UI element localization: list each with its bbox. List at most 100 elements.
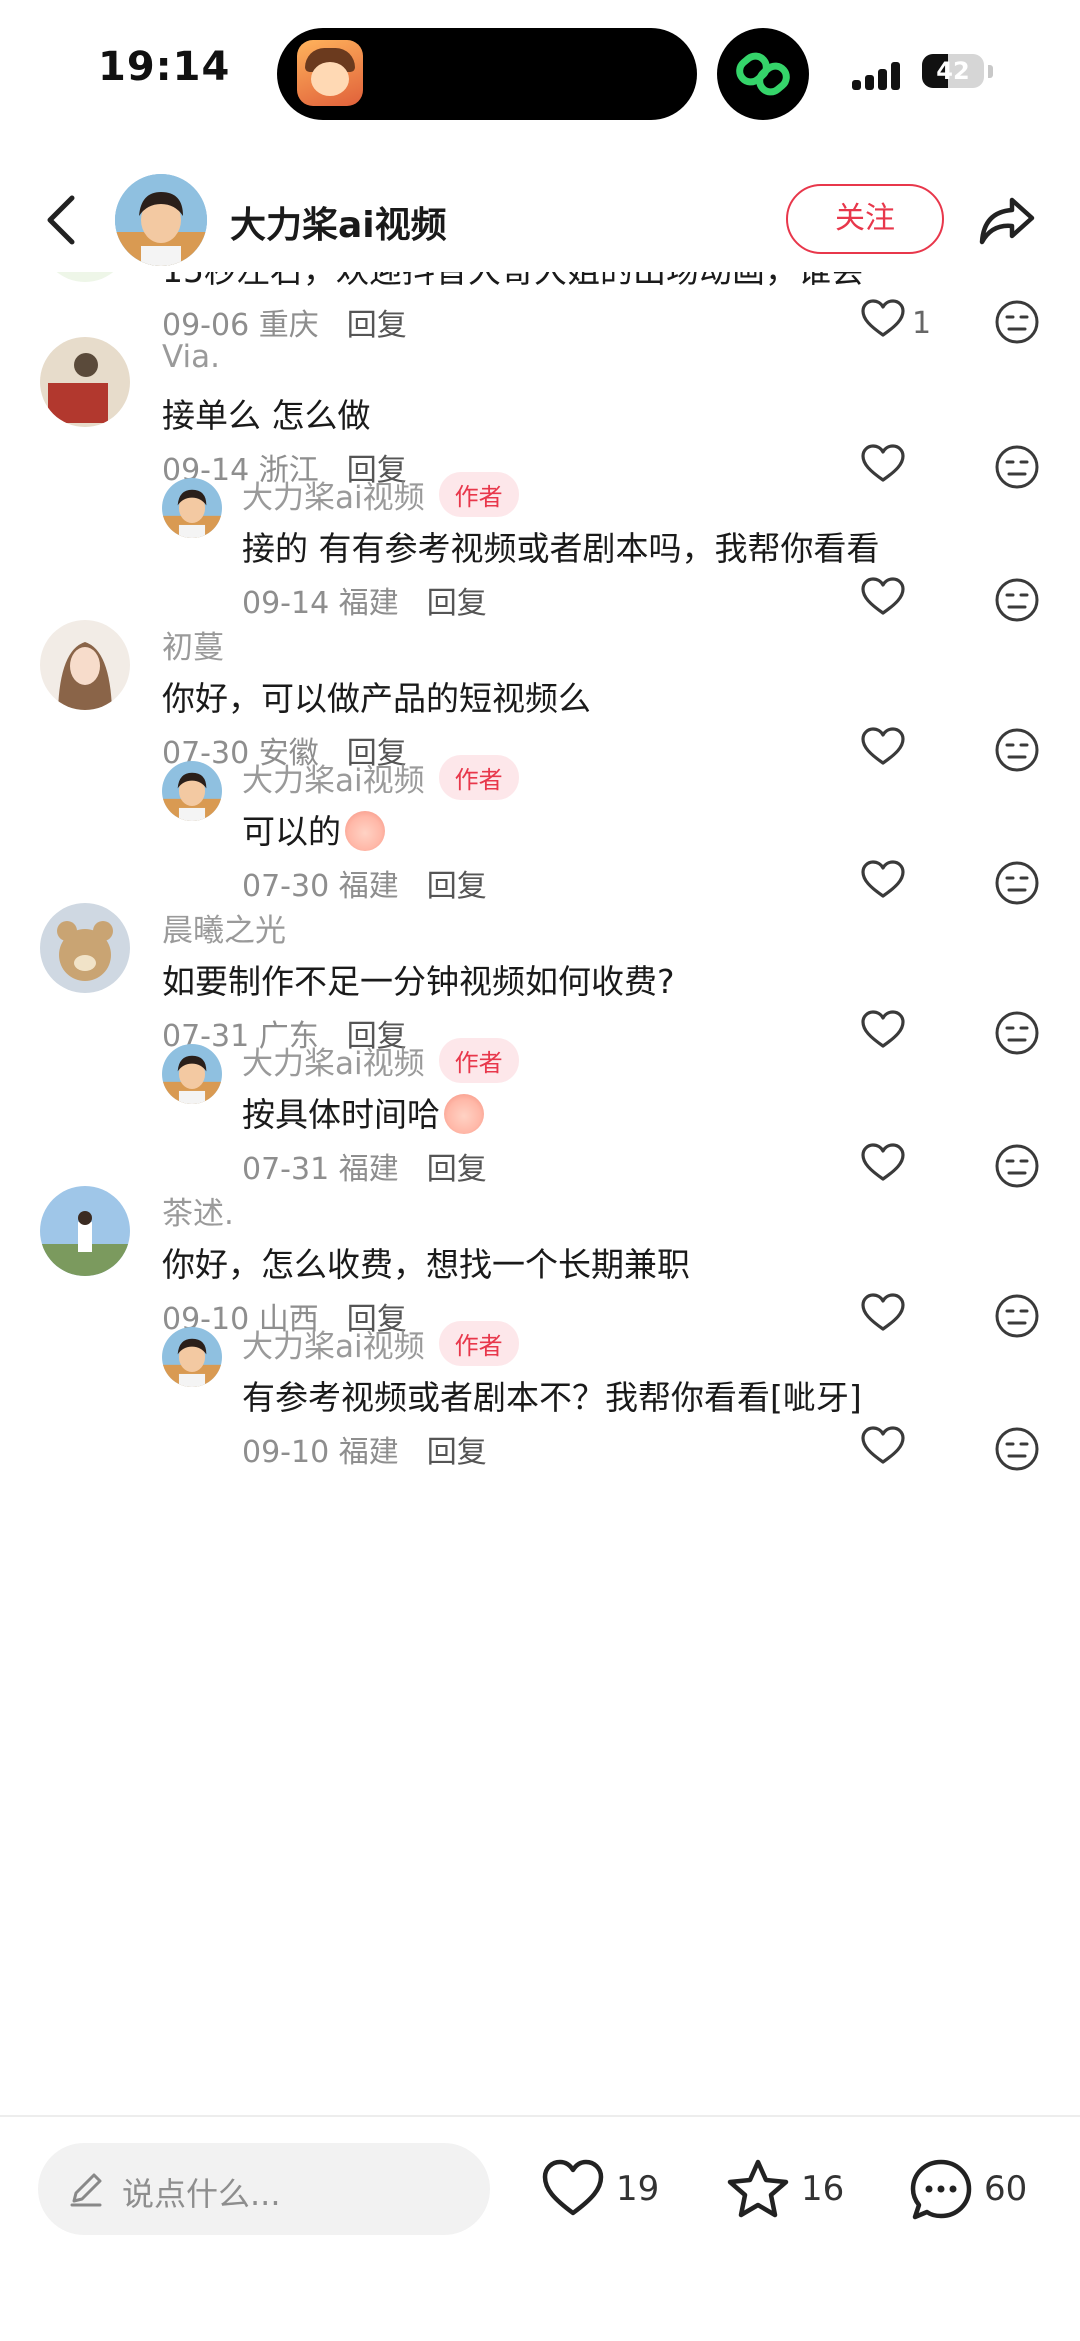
commenter-name[interactable]: 茶述. (162, 1188, 234, 1233)
comment-text-body: 接单么 怎么做 (162, 396, 371, 435)
comment-meta: 09-10 福建 回复 (242, 1427, 487, 1471)
comment-dislike-button[interactable] (993, 1425, 1041, 1473)
author-badge: 作者 (438, 755, 519, 800)
commenter-name-text: 晨曦之光 (162, 913, 286, 949)
comment-text-body: 你好，可以做产品的短视频么 (162, 679, 591, 718)
comment-text: 接的 有有参考视频或者剧本吗，我帮你看看 (242, 522, 880, 570)
comment-count: 60 (984, 2169, 1028, 2209)
commenter-name[interactable]: 晨曦之光 (162, 905, 286, 950)
comment-location: 福建 (338, 869, 399, 904)
commenter-name-text: 初蔓 (162, 630, 224, 666)
comment-meta: 07-30 福建 回复 (242, 861, 487, 905)
link-activity-icon[interactable] (717, 28, 809, 120)
commenter-name[interactable]: 初蔓 (162, 622, 224, 667)
commenter-name[interactable]: 大力桨ai视频 作者 (242, 472, 519, 517)
comment-item[interactable]: Via. 接单么 怎么做 09-14 浙江 回复 (0, 337, 1080, 489)
battery-level: 42 (936, 57, 970, 85)
like-button[interactable]: 19 (540, 2157, 660, 2221)
commenter-name[interactable]: 大力桨ai视频 作者 (242, 1321, 519, 1366)
commenter-name[interactable]: Via. (162, 339, 220, 375)
author-badge: 作者 (438, 1321, 519, 1366)
comment-text-body: 如要制作不足一分钟视频如何收费? (162, 962, 675, 1001)
comment-dislike-button[interactable] (993, 576, 1041, 624)
comment-date: 07-31 (242, 1152, 330, 1187)
comment-location: 福建 (338, 1435, 399, 1470)
comment-like-button[interactable] (860, 576, 950, 626)
chevron-left-icon (47, 195, 75, 245)
reply-item[interactable]: 大力桨ai视频 作者 按具体时间哈 07-31 福建 回复 (0, 1036, 1080, 1188)
profile-header: 大力桨ai视频 关注 (0, 168, 1080, 272)
reply-button[interactable]: 回复 (427, 869, 487, 904)
comment-meta: 09-14 福建 回复 (242, 578, 487, 622)
page-title: 大力桨ai视频 (230, 205, 447, 246)
author-avatar[interactable] (115, 174, 207, 266)
comment-text-body: 可以的 (242, 812, 341, 851)
comment-input-placeholder: 说点什么... (122, 2175, 281, 2213)
heart-icon (861, 1143, 905, 1181)
comment-text: 如要制作不足一分钟视频如何收费? (162, 955, 675, 1003)
comment-like-button[interactable] (860, 1142, 950, 1192)
comment-location: 福建 (338, 1152, 399, 1187)
commenter-name-text: 大力桨ai视频 (242, 480, 425, 516)
dislike-face-icon (995, 1427, 1039, 1471)
favorite-button[interactable]: 16 (725, 2157, 845, 2221)
comment-item[interactable]: 茶述. 你好，怎么收费，想找一个长期兼职 09-10 山西 回复 (0, 1186, 1080, 1338)
commenter-avatar[interactable] (40, 337, 130, 427)
commenter-avatar[interactable] (40, 620, 130, 710)
commenter-avatar[interactable] (162, 1327, 222, 1387)
commenter-avatar[interactable] (162, 1044, 222, 1104)
comment-text: 按具体时间哈 (242, 1088, 484, 1136)
status-bar: 19:14 42 (0, 0, 1080, 150)
commenter-name[interactable]: 大力桨ai视频 作者 (242, 1038, 519, 1083)
comment-text-body: 接的 有有参考视频或者剧本吗，我帮你看看 (242, 529, 880, 568)
battery-tip (988, 65, 993, 78)
commenter-avatar[interactable] (162, 761, 222, 821)
commenter-avatar[interactable] (40, 903, 130, 993)
heart-icon (861, 577, 905, 615)
comment-dislike-button[interactable] (993, 859, 1041, 907)
author-badge: 作者 (438, 1038, 519, 1083)
star-icon (727, 2159, 789, 2218)
comment-item[interactable]: 洛洛ke15秒左右，欢迎抖音大哥大姐的出场动画，谁会09-06 重庆回复1 (0, 272, 1080, 344)
comment-like-button[interactable] (860, 859, 950, 909)
reply-item[interactable]: 大力桨ai视频 作者有参考视频或者剧本不？我帮你看看[呲牙] 09-10 福建 回复 (0, 1319, 1080, 1471)
comment-like-button[interactable] (860, 1425, 950, 1475)
comment-item[interactable]: 初蔓 你好，可以做产品的短视频么 07-30 安徽 回复 (0, 620, 1080, 772)
comment-text: 有参考视频或者剧本不？我帮你看看[呲牙] (242, 1371, 862, 1419)
comment-date: 09-14 (242, 586, 330, 621)
commenter-name-text: Via. (162, 339, 220, 375)
comment-text-body: 15秒左右，欢迎抖音大哥大姐的出场动画，谁会 (162, 272, 864, 290)
comment-count-button[interactable]: 60 (908, 2157, 1038, 2221)
comment-list[interactable]: 洛洛ke15秒左右，欢迎抖音大哥大姐的出场动画，谁会09-06 重庆回复1Via… (0, 272, 1080, 2115)
reply-button[interactable]: 回复 (427, 1435, 487, 1470)
commenter-avatar[interactable] (40, 272, 130, 282)
comment-text: 你好，怎么收费，想找一个长期兼职 (162, 1238, 690, 1286)
share-button[interactable] (976, 190, 1038, 250)
commenter-name-text: 大力桨ai视频 (242, 1329, 425, 1365)
follow-button[interactable]: 关注 (786, 184, 944, 254)
comment-item[interactable]: 晨曦之光 如要制作不足一分钟视频如何收费? 07-31 广东 回复 (0, 903, 1080, 1055)
reply-button[interactable]: 回复 (427, 586, 487, 621)
dislike-face-icon (995, 578, 1039, 622)
back-button[interactable] (38, 190, 86, 250)
comment-text-body: 有参考视频或者剧本不？我帮你看看[呲牙] (242, 1378, 862, 1417)
commenter-avatar[interactable] (162, 478, 222, 538)
dynamic-island[interactable] (277, 28, 697, 120)
reply-button[interactable]: 回复 (427, 1152, 487, 1187)
like-count: 19 (616, 2169, 660, 2209)
comment-date: 07-30 (242, 869, 330, 904)
commenter-name[interactable]: 大力桨ai视频 作者 (242, 755, 519, 800)
heart-icon (861, 1426, 905, 1464)
heart-icon (861, 299, 905, 337)
comment-text: 你好，可以做产品的短视频么 (162, 672, 591, 720)
share-icon (979, 197, 1035, 245)
reply-item[interactable]: 大力桨ai视频 作者可以的 07-30 福建 回复 (0, 753, 1080, 905)
reply-item[interactable]: 大力桨ai视频 作者接的 有有参考视频或者剧本吗，我帮你看看 09-14 福建 回复 (0, 470, 1080, 622)
bottom-action-bar: 说点什么... 19 16 60 (0, 2115, 1080, 2341)
favorite-count: 16 (801, 2169, 845, 2209)
live-activity-app-icon[interactable] (297, 40, 363, 106)
comment-input[interactable]: 说点什么... (38, 2143, 490, 2235)
dislike-face-icon (995, 1144, 1039, 1188)
comment-dislike-button[interactable] (993, 1142, 1041, 1190)
commenter-avatar[interactable] (40, 1186, 130, 1276)
